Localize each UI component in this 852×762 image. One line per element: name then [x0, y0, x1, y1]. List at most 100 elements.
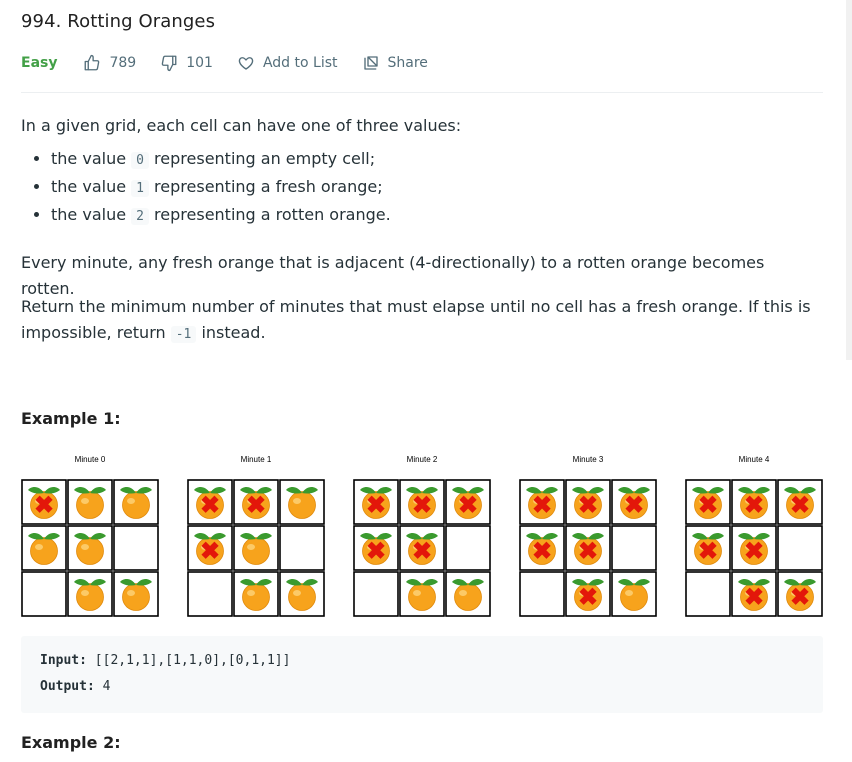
rotten-x-icon: ✖ [698, 538, 718, 565]
rotten-orange-cell: ✖ [519, 479, 565, 525]
inline-code: 2 [131, 208, 149, 225]
empty-cell [519, 571, 565, 617]
empty-cell [777, 525, 823, 571]
fresh-orange-cell [233, 525, 279, 571]
fresh-orange-cell [67, 571, 113, 617]
rotten-x-icon: ✖ [790, 584, 810, 611]
input-value: [[2,1,1],[1,1,0],[0,1,1]] [94, 653, 291, 668]
fresh-orange-cell [113, 479, 159, 525]
minute-label: Minute 2 [406, 455, 438, 464]
rotten-x-icon: ✖ [698, 492, 718, 519]
scrollbar-track[interactable] [846, 0, 852, 360]
rotten-orange-cell: ✖ [353, 525, 399, 571]
rotten-orange-cell: ✖ [519, 525, 565, 571]
orange-grid: ✖ ✖ ✖ ✖ ✖ ✖ ✖ [685, 479, 823, 617]
rotten-orange-cell: ✖ [353, 479, 399, 525]
rotten-x-icon: ✖ [744, 584, 764, 611]
output-value: 4 [102, 679, 111, 694]
bullet-text: the value [51, 149, 132, 168]
minute-label: Minute 4 [738, 455, 770, 464]
minute-label: Minute 1 [240, 455, 272, 464]
inline-code: 0 [131, 152, 149, 169]
bullet-text: representing an empty cell; [148, 149, 376, 168]
rotten-orange-cell: ✖ [731, 525, 777, 571]
orange-grid: ✖ ✖ ✖ ✖ ✖ ✖ [519, 479, 657, 617]
orange-icon [288, 491, 316, 519]
empty-cell [21, 571, 67, 617]
rotten-x-icon: ✖ [578, 492, 598, 519]
description-paragraph-task: Return the minimum number of minutes tha… [21, 294, 823, 348]
inline-code: -1 [170, 326, 197, 343]
dislike-button[interactable]: 101 [160, 54, 213, 72]
orange-icon [76, 537, 104, 565]
difficulty-badge: Easy [21, 55, 58, 71]
fresh-orange-cell [279, 479, 325, 525]
thumbs-down-icon [161, 55, 177, 72]
rotten-orange-cell: ✖ [445, 479, 491, 525]
rotten-orange-cell: ✖ [777, 479, 823, 525]
task-text: Return the minimum number of minutes tha… [21, 297, 811, 342]
empty-cell [685, 571, 731, 617]
list-item: the value 0 representing an empty cell; [51, 146, 823, 174]
rotten-x-icon: ✖ [744, 538, 764, 565]
bullet-text: representing a fresh orange; [148, 177, 383, 196]
orange-grid: ✖ [21, 479, 159, 617]
problem-title: 994. Rotting Oranges [21, 11, 216, 32]
rotten-orange-cell: ✖ [565, 479, 611, 525]
rotten-x-icon: ✖ [790, 492, 810, 519]
orange-icon [122, 491, 150, 519]
add-to-list-button[interactable]: Add to List [237, 54, 338, 72]
fresh-orange-cell [279, 571, 325, 617]
rotten-orange-cell: ✖ [685, 479, 731, 525]
share-label: Share [387, 55, 428, 71]
rotten-orange-cell: ✖ [187, 525, 233, 571]
inline-code: 1 [131, 180, 149, 197]
fresh-orange-cell [21, 525, 67, 571]
rotten-orange-cell: ✖ [399, 525, 445, 571]
fresh-orange-cell [67, 479, 113, 525]
empty-cell [187, 571, 233, 617]
orange-icon [76, 491, 104, 519]
rotten-orange-cell: ✖ [685, 525, 731, 571]
empty-cell [445, 525, 491, 571]
list-item: the value 2 representing a rotten orange… [51, 202, 823, 230]
rotten-x-icon: ✖ [366, 492, 386, 519]
rotten-orange-cell: ✖ [611, 479, 657, 525]
orange-icon [122, 583, 150, 611]
minute-label: Minute 3 [572, 455, 604, 464]
rotten-orange-cell: ✖ [731, 571, 777, 617]
orange-grid: ✖ ✖ ✖ [187, 479, 325, 617]
fresh-orange-cell [67, 525, 113, 571]
rotten-x-icon: ✖ [412, 492, 432, 519]
minute-label: Minute 0 [74, 455, 106, 464]
description-intro: In a given grid, each cell can have one … [21, 116, 462, 135]
task-text: instead. [196, 323, 266, 342]
orange-icon [76, 583, 104, 611]
orange-grid: ✖ ✖ ✖ ✖ ✖ [353, 479, 491, 617]
share-button[interactable]: Share [362, 54, 428, 72]
empty-cell [113, 525, 159, 571]
rotten-x-icon: ✖ [412, 538, 432, 565]
rotten-x-icon: ✖ [246, 492, 266, 519]
orange-icon [620, 583, 648, 611]
like-button[interactable]: 789 [83, 54, 136, 72]
rotten-x-icon: ✖ [532, 538, 552, 565]
heart-icon [238, 57, 254, 70]
orange-icon [454, 583, 482, 611]
rotten-orange-cell: ✖ [731, 479, 777, 525]
rotten-x-icon: ✖ [458, 492, 478, 519]
output-label: Output: [40, 679, 95, 694]
fresh-orange-cell [611, 571, 657, 617]
example-output-line: Output: 4 [40, 679, 110, 694]
rotten-orange-cell: ✖ [565, 571, 611, 617]
rotten-orange-cell: ✖ [187, 479, 233, 525]
rotten-x-icon: ✖ [200, 492, 220, 519]
rotten-x-icon: ✖ [578, 584, 598, 611]
rotten-x-icon: ✖ [744, 492, 764, 519]
rotten-orange-cell: ✖ [233, 479, 279, 525]
empty-cell [353, 571, 399, 617]
rotten-orange-cell: ✖ [21, 479, 67, 525]
example-2-heading: Example 2: [21, 733, 121, 752]
input-label: Input: [40, 653, 87, 668]
orange-icon [242, 537, 270, 565]
